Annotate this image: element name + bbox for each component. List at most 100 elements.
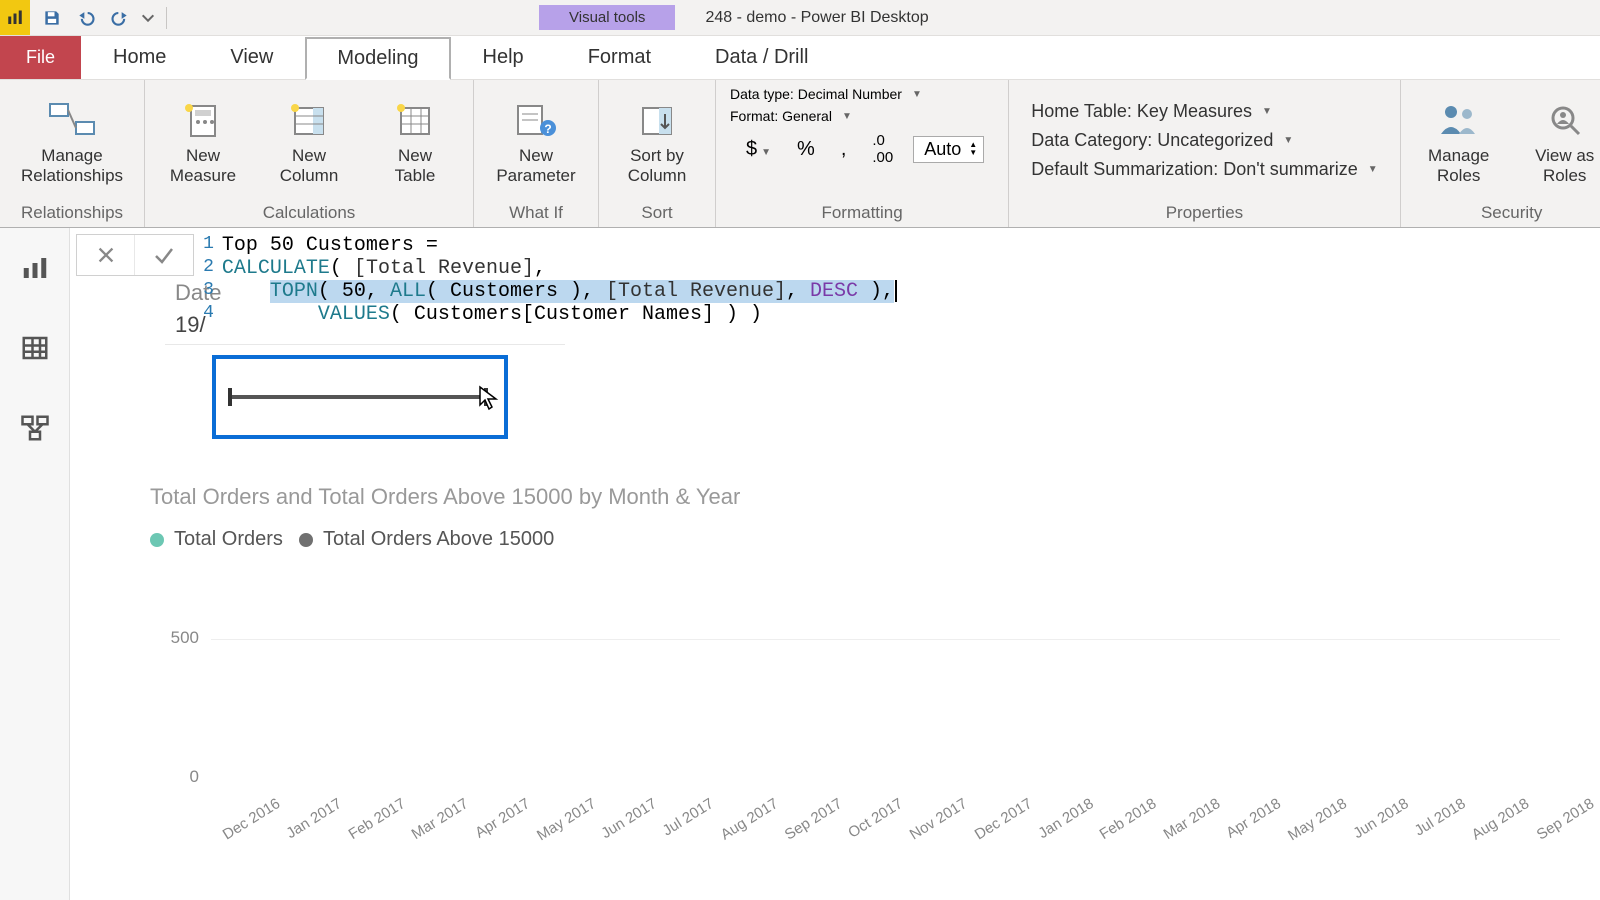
report-view-button[interactable] [15, 248, 55, 288]
range-slider[interactable] [226, 382, 494, 412]
x-tick-label: Jan 2017 [284, 795, 345, 842]
default-summarization-dropdown[interactable]: Default Summarization: Don't summarize▼ [1031, 159, 1377, 180]
currency-format-button[interactable]: $▼ [740, 136, 777, 163]
line-number: 3 [198, 280, 222, 300]
percent-format-button[interactable]: % [791, 136, 821, 163]
text-cursor [895, 280, 897, 302]
commit-formula-button[interactable] [135, 235, 193, 275]
tab-view[interactable]: View [198, 36, 305, 79]
relationships-icon [48, 96, 96, 144]
new-table-button[interactable]: New Table [369, 96, 461, 185]
view-as-icon [1545, 96, 1585, 144]
parameter-icon: ? [514, 96, 558, 144]
label: New Table [395, 146, 436, 185]
x-tick-label: Sep 2017 [782, 795, 845, 843]
thousands-separator-button[interactable]: , [835, 136, 853, 163]
home-table-dropdown[interactable]: Home Table: Key Measures▼ [1031, 101, 1377, 122]
legend-dot-2 [299, 533, 313, 547]
new-measure-button[interactable]: New Measure [157, 96, 249, 185]
tab-help[interactable]: Help [451, 36, 556, 79]
y-tick: 500 [171, 628, 199, 648]
tab-data-drill[interactable]: Data / Drill [683, 36, 840, 79]
x-tick-label: Nov 2017 [907, 795, 970, 843]
new-column-button[interactable]: New Column [263, 96, 355, 185]
line-number: 4 [198, 303, 222, 323]
data-category-dropdown[interactable]: Data Category: Uncategorized ▼ [1031, 130, 1377, 151]
x-tick-label: Jun 2017 [599, 795, 660, 842]
decimal-places-icon: .0.00 [866, 130, 899, 168]
group-sort: Sort by Column Sort [599, 80, 716, 227]
sort-icon [637, 96, 677, 144]
document-title: 248 - demo - Power BI Desktop [705, 9, 928, 27]
x-tick-label: Feb 2017 [346, 795, 409, 843]
sort-by-column-button[interactable]: Sort by Column [611, 96, 703, 185]
manage-relationships-button[interactable]: Manage Relationships [12, 96, 132, 185]
chevron-down-icon: ▼ [761, 147, 771, 158]
x-axis-labels: Dec 2016Jan 2017Feb 2017Mar 2017Apr 2017… [210, 779, 1560, 796]
x-tick-label: Aug 2018 [1469, 795, 1532, 843]
file-tab[interactable]: File [0, 36, 81, 79]
tab-modeling[interactable]: Modeling [305, 37, 450, 80]
legend-label-2: Total Orders Above 15000 [323, 528, 554, 551]
x-tick-label: Jan 2018 [1035, 795, 1096, 842]
group-label: Calculations [145, 201, 473, 227]
label: Data type: Decimal Number [730, 86, 902, 102]
x-tick-label: Aug 2017 [718, 795, 781, 843]
manage-roles-button[interactable]: Manage Roles [1413, 96, 1505, 185]
x-tick-label: Jun 2018 [1350, 795, 1411, 842]
slider-handle-left[interactable] [228, 388, 232, 406]
group-relationships: Manage Relationships Relationships [0, 80, 145, 227]
group-calculations: New Measure New Column New Table Calcula… [145, 80, 474, 227]
label: Manage Relationships [21, 146, 123, 185]
formula-editor[interactable]: 1Top 50 Customers = 2CALCULATE( [Total R… [198, 234, 897, 326]
left-nav [0, 228, 70, 900]
group-formatting: Data type: Decimal Number▼ Format: Gener… [716, 80, 1009, 227]
measure-icon [183, 96, 223, 144]
x-tick-label: Dec 2016 [220, 795, 283, 843]
tab-home[interactable]: Home [81, 36, 198, 79]
code: TOPN( 50, ALL( Customers ), [Total Reven… [222, 280, 897, 303]
label: Home Table: Key Measures [1031, 101, 1252, 122]
new-parameter-button[interactable]: ? New Parameter [486, 96, 586, 185]
x-tick-label: Oct 2017 [846, 795, 907, 842]
label: View as Roles [1535, 146, 1594, 185]
chart-legend: Total Orders Total Orders Above 15000 [150, 528, 1570, 551]
x-tick-label: Apr 2017 [472, 795, 533, 842]
value: Auto [924, 139, 961, 160]
save-icon[interactable] [38, 4, 66, 32]
spinner-icon[interactable]: ▲▼ [969, 141, 977, 157]
model-view-button[interactable] [15, 408, 55, 448]
x-tick-label: May 2017 [534, 795, 599, 844]
format-dropdown[interactable]: Format: General▼ [730, 108, 852, 124]
x-tick-label: Jul 2017 [660, 795, 717, 839]
qat-customize-icon[interactable] [140, 4, 156, 32]
x-tick-label: Sep 2018 [1533, 795, 1596, 843]
data-view-button[interactable] [15, 328, 55, 368]
group-label: What If [474, 201, 598, 227]
title-bar: Visual tools 248 - demo - Power BI Deskt… [0, 0, 1600, 36]
group-whatif: ? New Parameter What If [474, 80, 599, 227]
decimal-places-input[interactable]: Auto ▲▼ [913, 136, 984, 163]
x-tick-label: Mar 2018 [1160, 795, 1223, 843]
label: Default Summarization: Don't summarize [1031, 159, 1358, 180]
undo-icon[interactable] [72, 4, 100, 32]
chevron-down-icon: ▼ [1283, 135, 1293, 146]
report-canvas[interactable]: Date 19/ 1Top 50 Customers = 2CALCULATE(… [70, 228, 1600, 900]
tab-format[interactable]: Format [556, 36, 683, 79]
separator [166, 7, 167, 29]
cancel-formula-button[interactable] [77, 235, 135, 275]
redo-icon[interactable] [106, 4, 134, 32]
label: Data Category: Uncategorized [1031, 130, 1273, 151]
ribbon-tabs: File Home View Modeling Help Format Data… [0, 36, 1600, 80]
group-label: Properties [1009, 201, 1399, 227]
line-number: 2 [198, 257, 222, 277]
column-icon [289, 96, 329, 144]
y-tick: 0 [190, 767, 199, 787]
data-type-dropdown[interactable]: Data type: Decimal Number▼ [730, 86, 922, 102]
bar-chart-visual[interactable]: Total Orders and Total Orders Above 1500… [150, 484, 1570, 796]
x-tick-label: Jul 2018 [1411, 795, 1468, 839]
label: New Measure [170, 146, 236, 185]
highlighted-slider [212, 355, 508, 439]
code: CALCULATE( [Total Revenue], [222, 257, 546, 280]
view-as-roles-button[interactable]: View as Roles [1519, 96, 1600, 185]
